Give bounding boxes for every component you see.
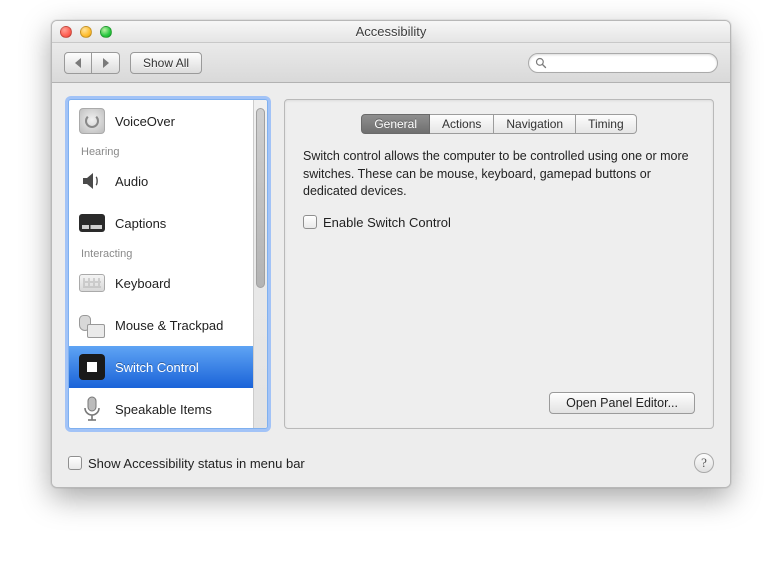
search-icon xyxy=(535,57,547,69)
open-panel-editor-button[interactable]: Open Panel Editor... xyxy=(549,392,695,414)
captions-icon xyxy=(79,210,105,236)
sidebar-scrollbar[interactable] xyxy=(253,100,267,428)
enable-switch-control-row[interactable]: Enable Switch Control xyxy=(303,215,695,230)
content: VoiceOver Hearing Audio Captions Interac… xyxy=(52,83,730,445)
scroll-thumb[interactable] xyxy=(256,108,265,288)
sidebar-item-voiceover[interactable]: VoiceOver xyxy=(69,100,253,142)
sidebar-item-label: Switch Control xyxy=(115,360,199,375)
microphone-icon xyxy=(79,396,105,422)
switch-control-description: Switch control allows the computer to be… xyxy=(303,148,695,201)
sidebar-item-label: VoiceOver xyxy=(115,114,175,129)
sidebar: VoiceOver Hearing Audio Captions Interac… xyxy=(68,99,268,429)
switch-control-icon xyxy=(79,354,105,380)
minimize-button[interactable] xyxy=(80,26,92,38)
sidebar-item-keyboard[interactable]: Keyboard xyxy=(69,262,253,304)
search-input[interactable] xyxy=(528,53,718,73)
sidebar-section-hearing: Hearing xyxy=(69,142,253,160)
toolbar: Show All xyxy=(52,43,730,83)
tab-label: General xyxy=(374,117,417,131)
tab-label: Navigation xyxy=(506,117,563,131)
tab-general[interactable]: General xyxy=(361,114,430,134)
sidebar-item-label: Speakable Items xyxy=(115,402,212,417)
sidebar-item-label: Audio xyxy=(115,174,148,189)
titlebar: Accessibility xyxy=(52,21,730,43)
sidebar-item-label: Captions xyxy=(115,216,166,231)
close-button[interactable] xyxy=(60,26,72,38)
forward-button[interactable] xyxy=(92,52,120,74)
show-status-checkbox[interactable] xyxy=(68,456,82,470)
search-wrap xyxy=(528,53,718,73)
detail-pane: General Actions Navigation Timing Switch… xyxy=(284,99,714,429)
sidebar-item-captions[interactable]: Captions xyxy=(69,202,253,244)
zoom-button[interactable] xyxy=(100,26,112,38)
sidebar-item-label: Mouse & Trackpad xyxy=(115,318,223,333)
nav-buttons xyxy=(64,52,120,74)
tabbar: General Actions Navigation Timing xyxy=(303,114,695,134)
preferences-window: Accessibility Show All VoiceOver xyxy=(51,20,731,488)
sidebar-item-speakable-items[interactable]: Speakable Items xyxy=(69,388,253,428)
tab-label: Timing xyxy=(588,117,624,131)
help-icon: ? xyxy=(701,455,707,471)
show-status-row[interactable]: Show Accessibility status in menu bar xyxy=(68,456,305,471)
sidebar-item-audio[interactable]: Audio xyxy=(69,160,253,202)
voiceover-icon xyxy=(79,108,105,134)
show-status-label: Show Accessibility status in menu bar xyxy=(88,456,305,471)
sidebar-item-label: Keyboard xyxy=(115,276,171,291)
sidebar-item-mouse-trackpad[interactable]: Mouse & Trackpad xyxy=(69,304,253,346)
mouse-trackpad-icon xyxy=(79,312,105,338)
help-button[interactable]: ? xyxy=(694,453,714,473)
button-label: Open Panel Editor... xyxy=(566,396,678,410)
tab-navigation[interactable]: Navigation xyxy=(494,114,576,134)
show-all-label: Show All xyxy=(143,56,189,70)
sidebar-list[interactable]: VoiceOver Hearing Audio Captions Interac… xyxy=(69,100,253,428)
enable-switch-control-label: Enable Switch Control xyxy=(323,215,451,230)
speaker-icon xyxy=(79,168,105,194)
tab-timing[interactable]: Timing xyxy=(576,114,637,134)
tab-label: Actions xyxy=(442,117,481,131)
sidebar-section-interacting: Interacting xyxy=(69,244,253,262)
show-all-button[interactable]: Show All xyxy=(130,52,202,74)
window-controls xyxy=(52,26,112,38)
window-title: Accessibility xyxy=(52,24,730,39)
back-button[interactable] xyxy=(64,52,92,74)
tab-actions[interactable]: Actions xyxy=(430,114,494,134)
sidebar-item-switch-control[interactable]: Switch Control xyxy=(69,346,253,388)
keyboard-icon xyxy=(79,270,105,296)
enable-switch-control-checkbox[interactable] xyxy=(303,215,317,229)
footer: Show Accessibility status in menu bar ? xyxy=(52,445,730,487)
